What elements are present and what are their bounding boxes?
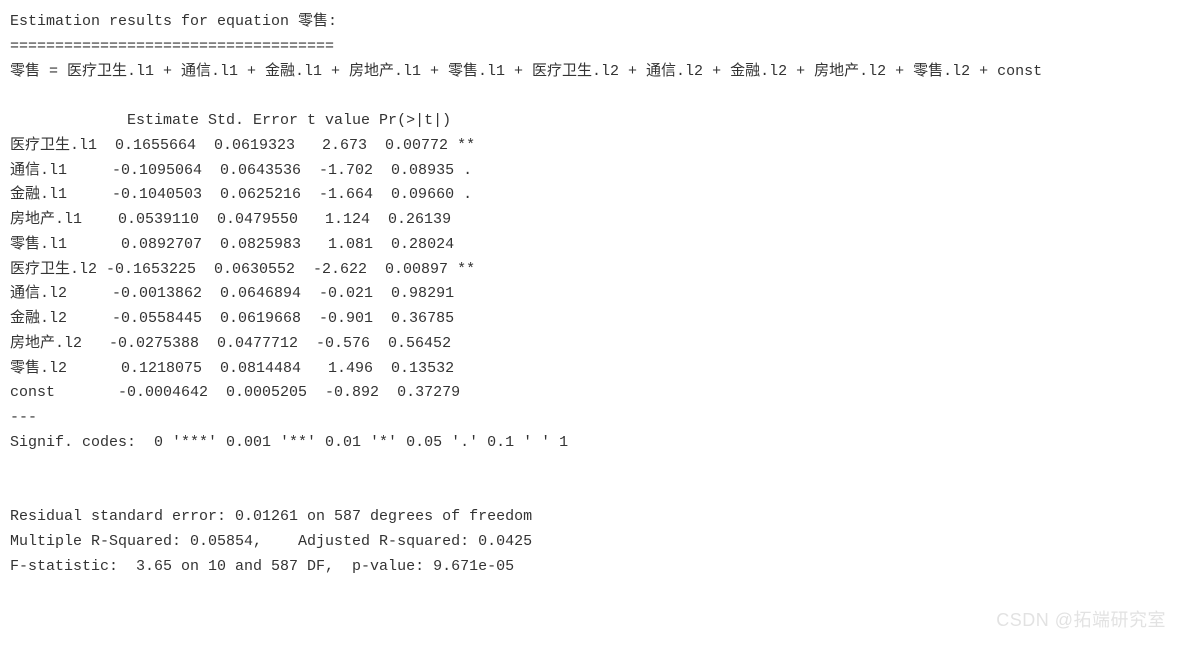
signif-codes-line: Signif. codes: 0 '***' 0.001 '**' 0.01 '… — [10, 431, 1174, 456]
title-line: Estimation results for equation 零售: — [10, 10, 1174, 35]
coef-row: 医疗卫生.l1 0.1655664 0.0619323 2.673 0.0077… — [10, 134, 1174, 159]
coef-row: 零售.l2 0.1218075 0.0814484 1.496 0.13532 — [10, 357, 1174, 382]
blank-line — [10, 456, 1174, 481]
coef-row: 通信.l1 -0.1095064 0.0643536 -1.702 0.0893… — [10, 159, 1174, 184]
f-statistic-line: F-statistic: 3.65 on 10 and 587 DF, p-va… — [10, 555, 1174, 580]
separator-line: --- — [10, 406, 1174, 431]
coef-row: const -0.0004642 0.0005205 -0.892 0.3727… — [10, 381, 1174, 406]
r-squared-line: Multiple R-Squared: 0.05854, Adjusted R-… — [10, 530, 1174, 555]
coef-row: 房地产.l1 0.0539110 0.0479550 1.124 0.26139 — [10, 208, 1174, 233]
residual-se-line: Residual standard error: 0.01261 on 587 … — [10, 505, 1174, 530]
blank-line — [10, 480, 1174, 505]
coef-row: 金融.l1 -0.1040503 0.0625216 -1.664 0.0966… — [10, 183, 1174, 208]
coef-row: 零售.l1 0.0892707 0.0825983 1.081 0.28024 — [10, 233, 1174, 258]
coef-row: 房地产.l2 -0.0275388 0.0477712 -0.576 0.564… — [10, 332, 1174, 357]
blank-line — [10, 84, 1174, 109]
watermark: CSDN @拓端研究室 — [996, 606, 1166, 636]
rule-line: ==================================== — [10, 35, 1174, 60]
equation-line: 零售 = 医疗卫生.l1 + 通信.l1 + 金融.l1 + 房地产.l1 + … — [10, 60, 1174, 85]
coef-header: Estimate Std. Error t value Pr(>|t|) — [10, 109, 1174, 134]
coef-row: 通信.l2 -0.0013862 0.0646894 -0.021 0.9829… — [10, 282, 1174, 307]
coef-row: 医疗卫生.l2 -0.1653225 0.0630552 -2.622 0.00… — [10, 258, 1174, 283]
coef-row: 金融.l2 -0.0558445 0.0619668 -0.901 0.3678… — [10, 307, 1174, 332]
